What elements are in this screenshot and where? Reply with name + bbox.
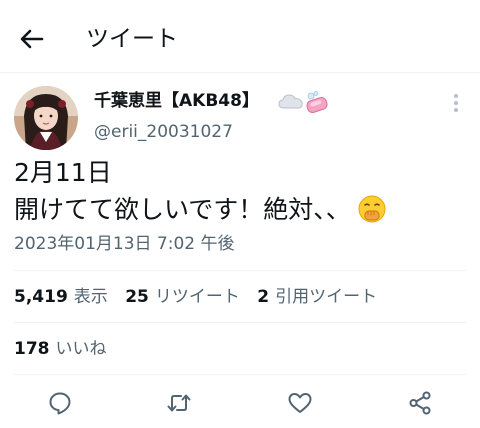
name-emojis — [278, 90, 332, 114]
share-icon[interactable] — [407, 390, 433, 416]
likes-stat[interactable]: 178 いいね — [14, 338, 107, 360]
retweets-count: 25 — [125, 287, 149, 307]
quotes-count: 2 — [257, 287, 270, 307]
divider — [14, 270, 466, 271]
avatar[interactable] — [14, 86, 78, 150]
retweet-icon[interactable] — [166, 390, 192, 416]
views-label: 表示 — [73, 287, 108, 307]
reply-icon[interactable] — [47, 390, 73, 416]
quotes-stat[interactable]: 2 引用ツイート — [257, 286, 377, 308]
retweets-label: リツイート — [154, 287, 240, 307]
author-handle[interactable]: @erii_20031027 — [94, 121, 233, 143]
divider — [14, 322, 466, 323]
likes-count: 178 — [14, 339, 50, 359]
top-bar: ツイート — [0, 0, 480, 73]
page-title: ツイート — [86, 26, 178, 52]
tweet-timestamp[interactable]: 2023年01月13日 7:02 午後 — [14, 233, 235, 255]
like-icon[interactable] — [287, 390, 313, 416]
quotes-label: 引用ツイート — [275, 287, 378, 307]
tweet-line: 開けてて欲しいです！絶対、、 — [14, 191, 464, 228]
author-display-name[interactable]: 千葉恵里【AKB48】 — [94, 90, 259, 112]
tweet-line: 2月11日 — [14, 158, 112, 187]
divider — [14, 374, 466, 375]
more-options-icon[interactable] — [446, 92, 466, 114]
back-arrow-icon[interactable] — [18, 25, 46, 53]
shushing-face-emoji-icon — [357, 194, 387, 224]
tweet-text: 2月11日 開けてて欲しいです！絶対、、 — [14, 154, 464, 228]
stats-row: 5,419 表示 25 リツイート 2 引用ツイート — [14, 286, 389, 308]
views-stat: 5,419 表示 — [14, 286, 108, 308]
likes-label: いいね — [55, 339, 107, 359]
tweet-line-text: 開けてて欲しいです！絶対、、 — [14, 195, 351, 224]
views-count: 5,419 — [14, 287, 68, 307]
retweets-stat[interactable]: 25 リツイート — [125, 286, 240, 308]
